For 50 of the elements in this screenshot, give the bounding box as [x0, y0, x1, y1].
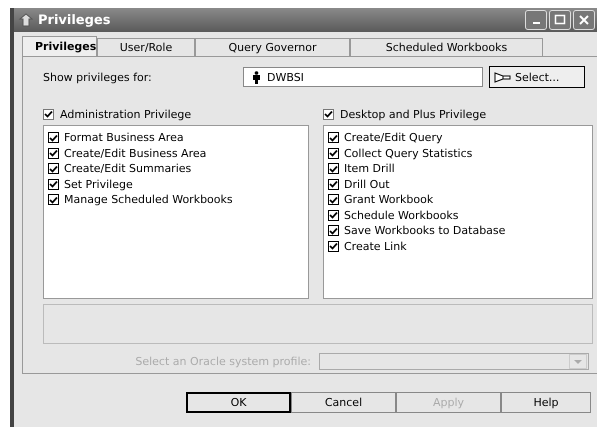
window-title: Privileges: [38, 12, 110, 28]
privilege-label: Manage Scheduled Workbooks: [64, 193, 233, 206]
checkbox[interactable]: [323, 108, 334, 120]
privilege-label: Set Privilege: [64, 178, 133, 191]
checkbox[interactable]: [328, 148, 339, 159]
checkbox[interactable]: [48, 194, 59, 206]
group-label: Administration Privilege: [60, 108, 192, 120]
privilege-label: Create/Edit Query: [344, 131, 442, 144]
tab[interactable]: User/Role: [97, 38, 195, 56]
profile-label: Select an Oracle system profile:: [135, 355, 311, 368]
checkbox[interactable]: [48, 132, 59, 144]
maximize-button[interactable]: [549, 10, 571, 30]
tab[interactable]: Query Governor: [195, 38, 350, 56]
privilege-label: Schedule Workbooks: [344, 208, 458, 222]
checkbox[interactable]: [328, 178, 339, 190]
checkbox[interactable]: [328, 163, 339, 174]
user-field[interactable]: DWBSI: [243, 67, 483, 87]
close-button[interactable]: [573, 10, 595, 30]
privilege-label: Drill Out: [344, 178, 390, 191]
checkbox[interactable]: [48, 163, 59, 174]
maximize-icon: [554, 14, 566, 26]
checkbox[interactable]: [328, 240, 339, 252]
dialog-button[interactable]: Cancel: [291, 392, 396, 413]
show-label: Show privileges for:: [43, 70, 153, 84]
flashlight-icon: [494, 71, 512, 83]
privilege-label: Grant Workbook: [344, 193, 434, 206]
close-icon: [578, 14, 590, 26]
privilege-label: Create/Edit Business Area: [64, 146, 206, 160]
privilege-label: Create Link: [344, 240, 407, 253]
minimize-icon: [532, 22, 540, 24]
checkbox[interactable]: [328, 210, 339, 221]
checkbox[interactable]: [328, 132, 339, 144]
checkbox[interactable]: [48, 178, 59, 190]
checkbox[interactable]: [48, 148, 59, 159]
dialog-button[interactable]: OK: [186, 392, 291, 413]
minimize-button[interactable]: [525, 10, 547, 30]
dialog-button[interactable]: Help: [501, 392, 591, 413]
privilege-label: Item Drill: [344, 162, 395, 176]
privilege-label: Create/Edit Summaries: [64, 162, 192, 176]
privilege-label: Collect Query Statistics: [344, 146, 472, 160]
select-button[interactable]: Select...: [489, 66, 585, 88]
tab[interactable]: Scheduled Workbooks: [350, 38, 543, 56]
checkbox[interactable]: [328, 225, 339, 236]
checkbox[interactable]: [328, 194, 339, 206]
tab[interactable]: Privileges: [22, 36, 97, 56]
person-icon: [252, 70, 261, 84]
group-label: Desktop and Plus Privilege: [340, 108, 486, 120]
privilege-label: Format Business Area: [64, 131, 184, 144]
privilege-label: Save Workbooks to Database: [344, 224, 506, 238]
checkbox[interactable]: [43, 108, 54, 120]
